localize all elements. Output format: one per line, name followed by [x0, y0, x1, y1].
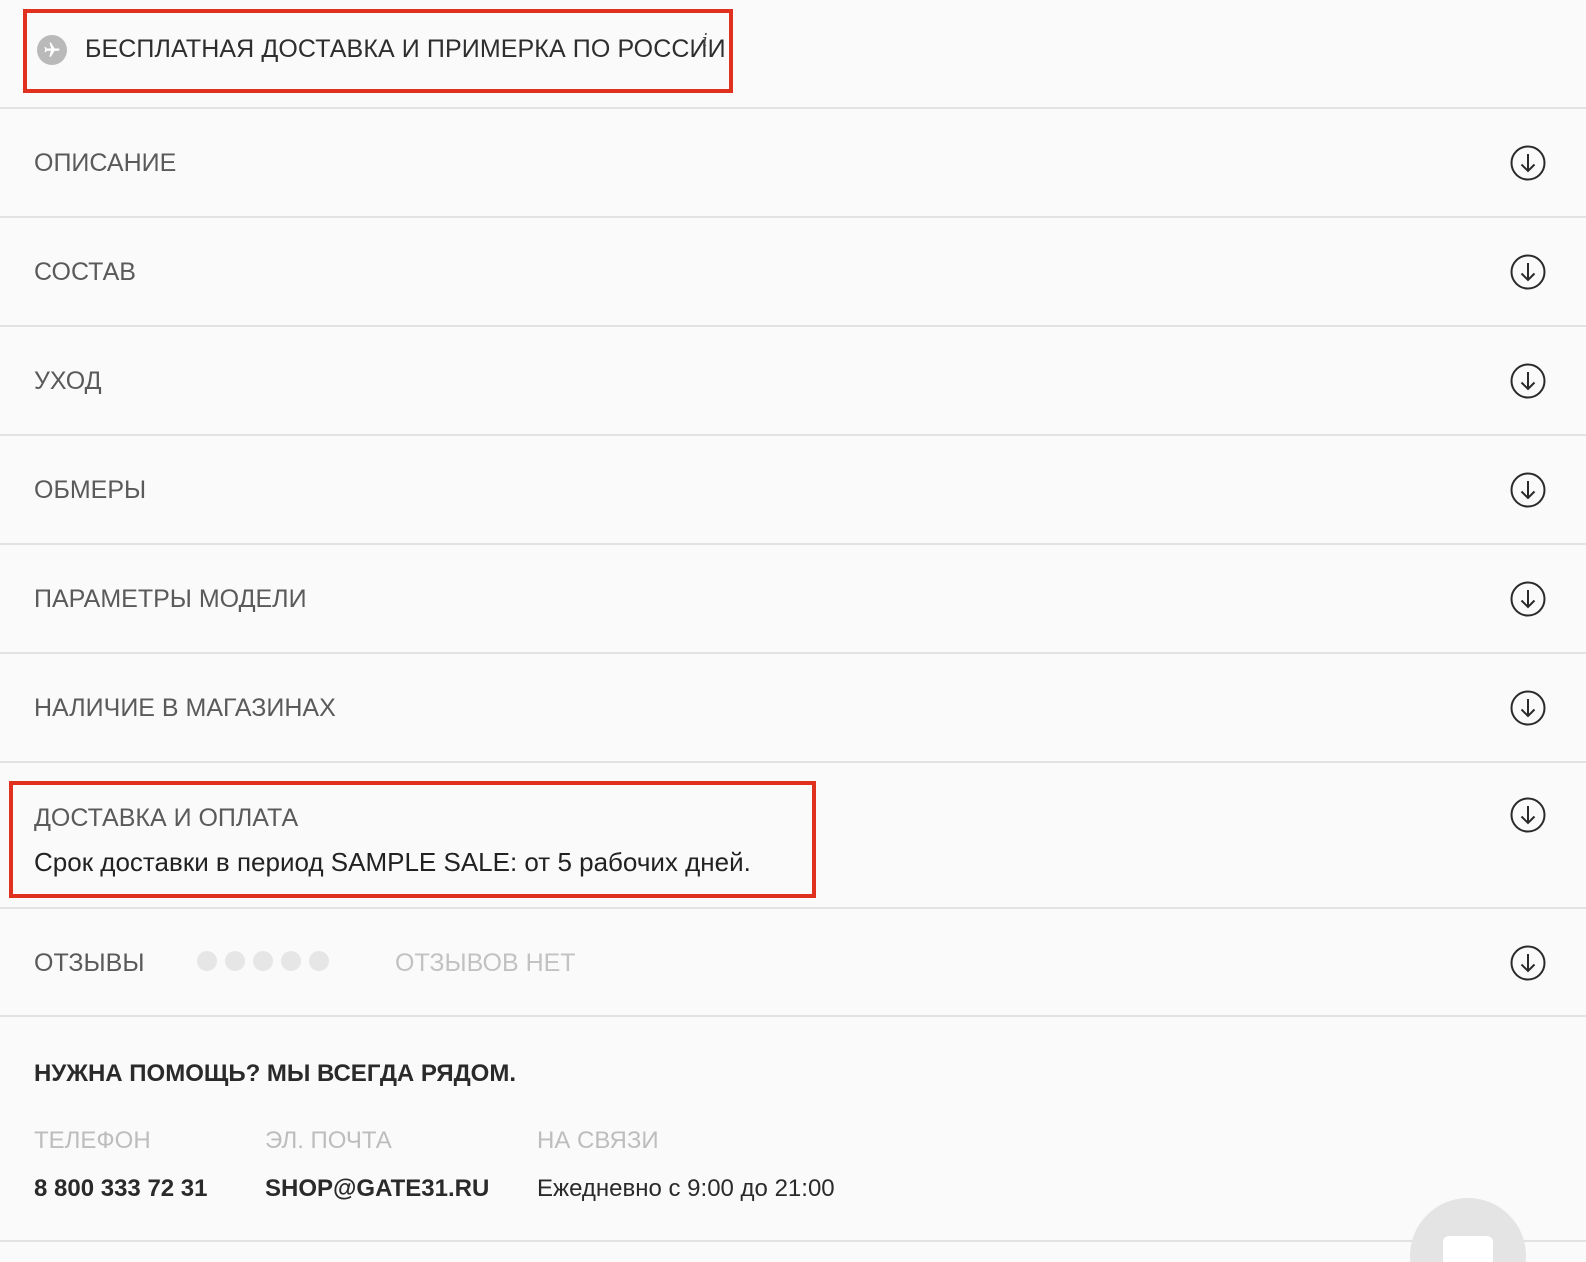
hours-label: НА СВЯЗИ: [537, 1127, 659, 1154]
free-shipping-banner: БЕСПЛАТНАЯ ДОСТАВКА И ПРИМЕРКА ПО РОССИИ…: [0, 0, 1586, 109]
accordion-item-label: СОСТАВ: [34, 258, 136, 286]
contact-email: ЭЛ. ПОЧТА SHOP@GATE31.RU: [265, 1127, 489, 1203]
accordion-item-composition[interactable]: СОСТАВ: [0, 218, 1586, 327]
rating-star: [253, 951, 273, 971]
accordion-item-reviews[interactable]: ОТЗЫВЫ ОТЗЫВОВ НЕТ: [0, 909, 1586, 1017]
arrow-down-circle-icon[interactable]: [1510, 797, 1546, 833]
accordion-item-description[interactable]: ОПИСАНИЕ: [0, 109, 1586, 218]
highlight-frame: [9, 781, 816, 898]
rating-star: [309, 951, 329, 971]
accordion-item-store-availability[interactable]: НАЛИЧИЕ В МАГАЗИНАХ: [0, 654, 1586, 763]
accordion-item-label: УХОД: [34, 367, 102, 395]
accordion-item-label: ОТЗЫВЫ: [34, 949, 145, 977]
hours-value: Ежедневно с 9:00 до 21:00: [537, 1175, 835, 1202]
arrow-down-circle-icon[interactable]: [1510, 472, 1546, 508]
rating-star: [225, 951, 245, 971]
arrow-down-circle-icon[interactable]: [1510, 145, 1546, 181]
help-title: НУЖНА ПОМОЩЬ? МЫ ВСЕГДА РЯДОМ.: [34, 1060, 517, 1087]
free-shipping-text: БЕСПЛАТНАЯ ДОСТАВКА И ПРИМЕРКА ПО РОССИИ: [85, 35, 726, 63]
accordion-item-label: ОБМЕРЫ: [34, 476, 147, 504]
arrow-down-circle-icon[interactable]: [1510, 690, 1546, 726]
arrow-down-circle-icon[interactable]: [1510, 581, 1546, 617]
accordion-item-care[interactable]: УХОД: [0, 327, 1586, 436]
email-link[interactable]: SHOP@GATE31.RU: [265, 1175, 489, 1203]
accordion-item-measurements[interactable]: ОБМЕРЫ: [0, 436, 1586, 545]
phone-label: ТЕЛЕФОН: [34, 1127, 151, 1154]
rating-stars: [197, 951, 329, 971]
phone-link[interactable]: 8 800 333 72 31: [34, 1175, 208, 1203]
email-label: ЭЛ. ПОЧТА: [265, 1127, 392, 1154]
arrow-down-circle-icon[interactable]: [1510, 254, 1546, 290]
accordion-item-model-params[interactable]: ПАРАМЕТРЫ МОДЕЛИ: [0, 545, 1586, 654]
arrow-down-circle-icon[interactable]: [1510, 945, 1546, 981]
contact-phone: ТЕЛЕФОН 8 800 333 72 31: [34, 1127, 208, 1203]
info-icon[interactable]: i: [702, 30, 708, 51]
rating-star: [281, 951, 301, 971]
accordion-item-label: ОПИСАНИЕ: [34, 149, 177, 177]
plane-icon: [37, 35, 67, 65]
contact-hours: НА СВЯЗИ Ежедневно с 9:00 до 21:00: [537, 1127, 835, 1203]
product-info-panel: БЕСПЛАТНАЯ ДОСТАВКА И ПРИМЕРКА ПО РОССИИ…: [0, 0, 1586, 1262]
help-section: НУЖНА ПОМОЩЬ? МЫ ВСЕГДА РЯДОМ. ТЕЛЕФОН 8…: [0, 1017, 1586, 1242]
rating-star: [197, 951, 217, 971]
no-reviews-text: ОТЗЫВОВ НЕТ: [395, 949, 576, 977]
accordion-item-label: ПАРАМЕТРЫ МОДЕЛИ: [34, 585, 307, 613]
arrow-down-circle-icon[interactable]: [1510, 363, 1546, 399]
accordion-item-label: НАЛИЧИЕ В МАГАЗИНАХ: [34, 694, 336, 722]
